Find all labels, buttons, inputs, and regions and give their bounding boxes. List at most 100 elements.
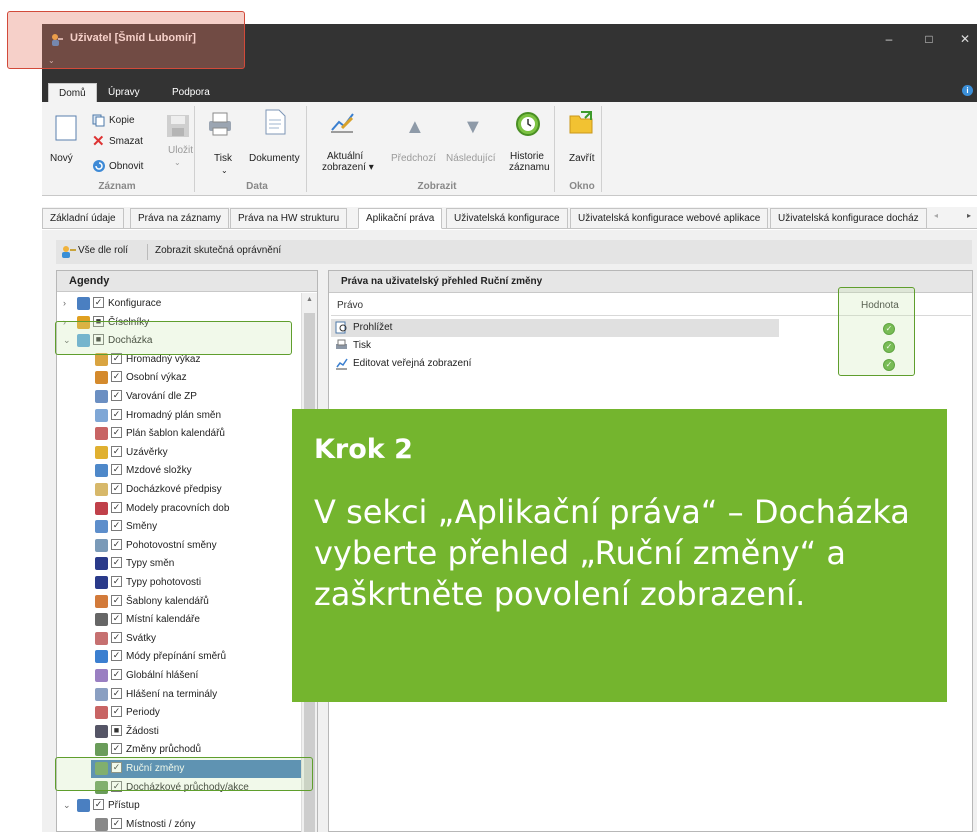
scroll-left-icon[interactable]: ◂ [934,211,938,220]
tree-node-label: Hromadný výkaz [126,353,201,365]
tree-checkbox[interactable]: ✓ [111,520,122,532]
agenda-icon [95,464,108,478]
tree-checkbox[interactable]: ✓ [111,817,122,829]
callout-heading: Krok 2 [314,434,413,465]
scroll-right-icon[interactable]: ▸ [967,211,971,220]
callout-text: V sekci „Aplikační práva“ – Docházka vyb… [314,493,910,613]
roles-icon [62,246,76,258]
tree-checkbox[interactable]: ✓ [111,743,122,755]
tree-node[interactable]: ✓ Uzávěrky [57,444,301,462]
tree-node[interactable]: ■ Žádosti [57,723,301,741]
tree-checkbox[interactable]: ✓ [93,297,104,308]
scroll-up-icon[interactable]: ▲ [306,296,313,303]
tree-node[interactable]: ⌄ ✓ Přístup [57,797,301,815]
tree-node[interactable]: ✓ Periody [57,704,301,722]
tree-checkbox[interactable]: ✓ [111,445,122,457]
tree-checkbox[interactable]: ✓ [111,371,122,383]
historie-label-1: Historie [510,151,544,162]
tree-checkbox[interactable]: ✓ [111,501,122,513]
tree-node[interactable]: ✓ Místní kalendáře [57,611,301,629]
tree-node[interactable]: ✓ Docházkové předpisy [57,481,301,499]
tree-node[interactable]: ✓ Svátky [57,630,301,648]
tree-checkbox[interactable]: ✓ [111,408,122,420]
agenda-icon [95,669,108,682]
tree-node[interactable]: ✓ Typy pohotovosti [57,574,301,592]
historie-label-2: záznamu [509,162,550,173]
maximize-button[interactable]: □ [914,30,944,48]
tree-checkbox[interactable]: ✓ [111,613,122,625]
zobrazit-opravneni-button[interactable]: Zobrazit skutečná oprávnění [155,245,281,256]
tree-node[interactable]: › ✓ Konfigurace [57,295,301,313]
pravo-row-editovat[interactable]: Editovat veřejná zobrazení [331,355,779,373]
ulozit-label: Uložit [168,145,194,156]
ribbon: Nový Kopie ✕ Smazat Obnovit Uložit ⌄ Záz… [42,102,977,196]
tree-node-label: Směny [126,521,158,533]
tree-node[interactable]: ✓ Pohotovostní směny [57,537,301,555]
tab-prava-na-zaznamy[interactable]: Práva na záznamy [130,208,229,229]
new-document-icon [55,115,77,141]
tree-node[interactable]: ✓ Plán šablon kalendářů [57,425,301,443]
tree-checkbox[interactable]: ✓ [111,483,122,494]
tree-node-label: Žádosti [126,725,159,737]
vse-dle-roli-button[interactable]: Vše dle rolí [78,245,128,256]
tree-node-label: Přístup [108,800,140,812]
tree-node[interactable]: ✓ Místnosti / zóny [57,816,301,832]
tree-node[interactable]: ✓ Typy směn [57,555,301,573]
tab-prava-na-hw[interactable]: Práva na HW strukturu [230,208,348,229]
separator [306,106,307,192]
tree-node[interactable]: ✓ Modely pracovních dob [57,500,301,518]
tree-checkbox[interactable]: ✓ [111,576,122,587]
tree-node[interactable]: ✓ Globální hlášení [57,667,301,685]
agenda-icon [77,297,90,310]
info-icon[interactable]: i [962,85,973,96]
expand-arrow-icon[interactable]: › [63,298,71,308]
tab-konfigurace-webove[interactable]: Uživatelská konfigurace webové aplikace [570,208,769,229]
tree-node-label: Hromadný plán směn [126,409,222,421]
pravo-row-tisk[interactable]: Tisk [331,337,779,355]
tab-konfigurace-dochazka[interactable]: Uživatelská konfigurace docház [770,208,927,229]
tab-upravy[interactable]: Úpravy [98,83,150,102]
collapse-arrow-icon[interactable]: ⌄ [63,800,71,811]
tree-checkbox[interactable]: ✓ [111,631,122,643]
tree-checkbox[interactable]: ✓ [111,538,122,550]
tree-node-label: Typy směn [126,558,175,570]
pravo-row-prohlizet[interactable]: Prohlížet [331,319,779,337]
tree-node[interactable]: ✓ Osobní výkaz [57,369,301,387]
tree-node[interactable]: ✓ Hlášení na terminály [57,686,301,704]
tab-aplikacni-prava[interactable]: Aplikační práva [358,208,443,229]
tab-domu[interactable]: Domů [48,83,97,102]
tree-checkbox[interactable]: ✓ [111,706,122,718]
tree-node[interactable]: ✓ Mzdové složky [57,462,301,480]
tree-checkbox[interactable]: ✓ [111,427,122,439]
tree-node[interactable]: ✓ Módy přepínání směrů [57,648,301,666]
predchozi-label: Předchozí [391,153,437,164]
hodnota-highlight-annotation [838,287,915,376]
tree-node[interactable]: ✓ Varování dle ZP [57,388,301,406]
tree-checkbox[interactable]: ✓ [111,464,122,476]
group-okno-label: Okno [569,181,595,192]
column-pravo: Právo [337,300,364,311]
tree-node[interactable]: ✓ Šablony kalendářů [57,593,301,611]
tab-uzivatelska-konfigurace[interactable]: Uživatelská konfigurace [446,208,568,229]
tree-checkbox[interactable]: ✓ [111,594,122,606]
tab-zakladni-udaje[interactable]: Základní údaje [42,208,124,229]
agenda-icon [95,408,108,422]
tree-checkbox[interactable]: ✓ [111,390,122,401]
tree-checkbox[interactable]: ✓ [111,650,122,662]
agenda-icon [95,483,108,496]
agenda-icon [95,631,108,645]
tree-node-label: Uzávěrky [126,446,168,458]
tree-checkbox[interactable]: ✓ [111,687,122,699]
tree-checkbox[interactable]: ✓ [111,557,122,569]
tree-node[interactable]: ✓ Směny [57,518,301,536]
aktualni-label-1: Aktuální [327,151,364,162]
tree-node[interactable]: ✓ Hromadný plán směn [57,407,301,425]
minimize-button[interactable]: – [874,30,904,48]
tree-checkbox[interactable]: ✓ [93,799,104,811]
close-button[interactable]: ✕ [950,30,977,48]
kopie-label: Kopie [109,115,135,126]
tree-checkbox[interactable]: ✓ [111,669,122,680]
tree-checkbox[interactable]: ■ [111,724,122,736]
tab-podpora[interactable]: Podpora [162,83,220,102]
printer-icon [336,339,347,349]
